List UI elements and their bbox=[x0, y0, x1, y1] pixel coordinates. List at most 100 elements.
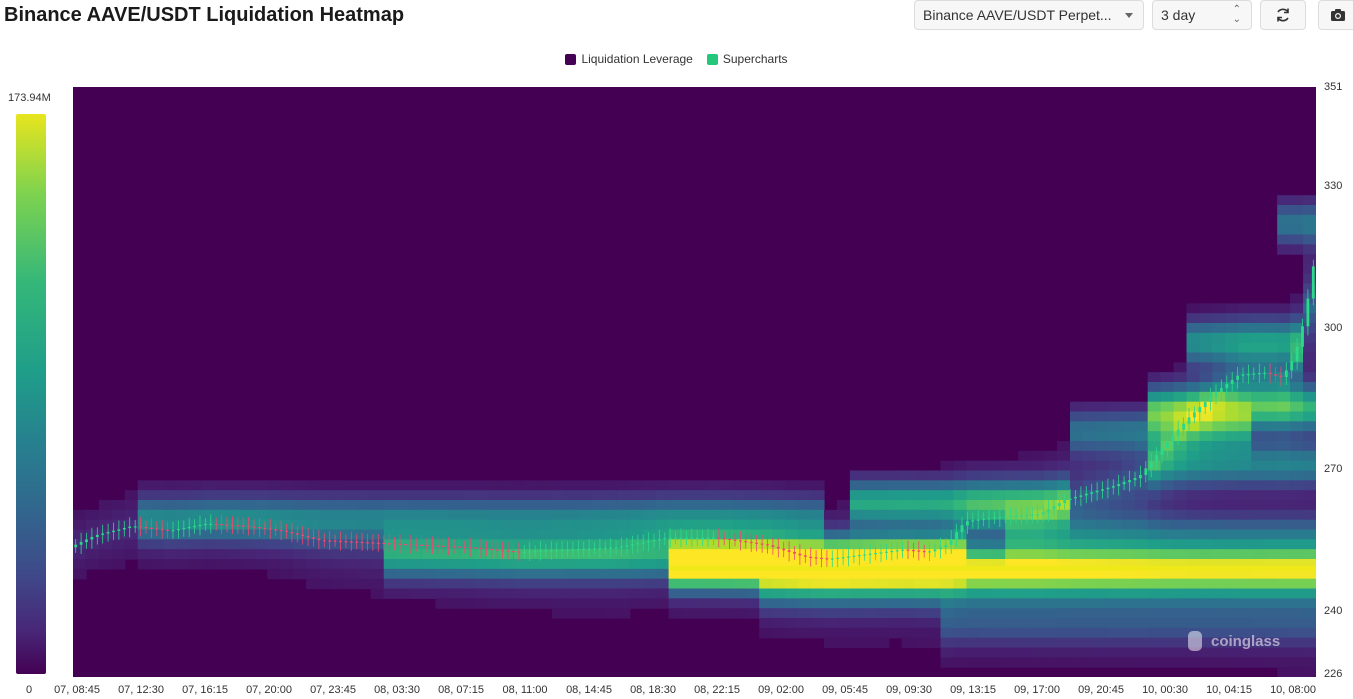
heatmap-cell bbox=[1108, 549, 1123, 560]
heatmap-cell bbox=[798, 500, 812, 511]
heatmap-cell bbox=[590, 598, 605, 609]
heatmap-cell bbox=[1160, 539, 1175, 550]
heatmap-cell bbox=[396, 480, 411, 491]
heatmap-cell bbox=[1018, 470, 1032, 481]
heatmap-cell bbox=[1108, 421, 1123, 432]
heatmap-cell bbox=[1264, 431, 1278, 442]
heatmap-cell bbox=[280, 549, 294, 560]
heatmap-cell bbox=[1303, 362, 1316, 373]
heatmap-cell bbox=[992, 618, 1006, 629]
liquidation-heatmap[interactable] bbox=[73, 87, 1316, 677]
heatmap-cell bbox=[513, 529, 527, 540]
candle-body bbox=[895, 550, 899, 552]
heatmap-cell bbox=[1251, 342, 1265, 354]
heatmap-cell bbox=[694, 588, 709, 599]
heatmap-cell bbox=[759, 608, 773, 619]
candle-body bbox=[1101, 489, 1104, 491]
heatmap-cell bbox=[124, 519, 139, 531]
heatmap-cell bbox=[344, 490, 359, 501]
candle-body bbox=[1203, 402, 1207, 408]
candle-body bbox=[425, 545, 429, 547]
y-tick-label: 330 bbox=[1324, 180, 1343, 193]
heatmap-cell bbox=[1238, 529, 1252, 540]
heatmap-cell bbox=[396, 568, 411, 580]
heatmap-cell bbox=[759, 598, 773, 609]
heatmap-cell bbox=[1186, 431, 1201, 442]
heatmap-cell bbox=[590, 578, 605, 590]
heatmap-cell bbox=[798, 598, 812, 609]
candle-body bbox=[917, 550, 921, 552]
heatmap-cell bbox=[862, 529, 877, 540]
heatmap-cell bbox=[1018, 500, 1032, 511]
heatmap-cell bbox=[642, 568, 657, 580]
heatmap-cell bbox=[1225, 441, 1239, 452]
heatmap-cell bbox=[215, 480, 229, 491]
heatmap-cell bbox=[629, 529, 644, 540]
heatmap-cell bbox=[1251, 608, 1265, 619]
heatmap-cell bbox=[901, 500, 916, 511]
heatmap-cell bbox=[1082, 470, 1097, 481]
heatmap-cell bbox=[966, 598, 980, 609]
heatmap-cell bbox=[1057, 608, 1071, 619]
heatmap-cell bbox=[1108, 460, 1123, 472]
heatmap-cell bbox=[1186, 549, 1201, 560]
heatmap-cell bbox=[966, 529, 980, 540]
legend-item-supercharts[interactable]: Supercharts bbox=[706, 52, 788, 66]
x-tick-label: 09, 13:15 bbox=[950, 684, 996, 696]
heatmap-cell bbox=[603, 519, 618, 531]
heatmap-cell bbox=[565, 519, 579, 531]
heatmap-cell bbox=[1121, 421, 1136, 432]
range-select[interactable]: 3 day ⌃ ⌄ bbox=[1152, 0, 1252, 30]
x-tick-label: 07, 20:00 bbox=[246, 684, 292, 696]
heatmap-cell bbox=[849, 598, 864, 609]
heatmap-cell bbox=[150, 539, 165, 550]
heatmap-cell bbox=[603, 480, 618, 491]
heatmap-cell bbox=[914, 509, 929, 521]
heatmap-cell bbox=[1212, 608, 1226, 619]
heatmap-cell bbox=[1121, 401, 1136, 413]
candle-body bbox=[490, 548, 494, 551]
heatmap-cell bbox=[383, 480, 398, 491]
legend-item-liquidation-leverage[interactable]: Liquidation Leverage bbox=[565, 52, 693, 66]
heatmap-cell bbox=[1199, 539, 1214, 550]
heatmap-cell bbox=[526, 568, 540, 580]
refresh-button[interactable] bbox=[1260, 0, 1306, 30]
camera-button[interactable] bbox=[1318, 0, 1353, 30]
candle-body bbox=[393, 543, 396, 545]
heatmap-cell bbox=[1108, 509, 1123, 521]
pair-select[interactable]: Binance AAVE/USDT Perpet... bbox=[914, 0, 1144, 30]
heatmap-cell bbox=[1212, 362, 1226, 373]
heatmap-cell bbox=[823, 598, 838, 609]
heatmap-cell bbox=[1147, 382, 1162, 393]
candle-body bbox=[1220, 388, 1223, 393]
candle-body bbox=[522, 551, 526, 553]
heatmap-cell bbox=[616, 588, 631, 599]
candle-body bbox=[793, 552, 796, 554]
heatmap-cell bbox=[746, 480, 760, 491]
heatmap-cell bbox=[1199, 598, 1214, 609]
heatmap-cell bbox=[940, 608, 955, 619]
heatmap-cell bbox=[733, 608, 747, 619]
heatmap-cell bbox=[1082, 647, 1097, 658]
heatmap-cell bbox=[1290, 519, 1304, 531]
heatmap-cell bbox=[1134, 647, 1149, 658]
heatmap-cell bbox=[1251, 549, 1265, 560]
heatmap-cell bbox=[383, 500, 398, 511]
heatmap-cell bbox=[862, 539, 877, 550]
x-tick-label: 10, 08:00 bbox=[1270, 684, 1316, 696]
heatmap-cell bbox=[940, 578, 955, 590]
heatmap-cell bbox=[1264, 313, 1278, 324]
heatmap-cell bbox=[616, 509, 631, 521]
heatmap-cell bbox=[1251, 460, 1265, 472]
heatmap-cell bbox=[1303, 470, 1316, 481]
heatmap-cell bbox=[785, 578, 799, 590]
heatmap-cell bbox=[733, 549, 747, 560]
heatmap-cell bbox=[1173, 657, 1188, 668]
candle-body bbox=[944, 545, 948, 548]
heatmap-cell bbox=[888, 627, 903, 639]
heatmap-cell bbox=[1147, 450, 1162, 462]
heatmap-cell bbox=[1057, 618, 1071, 629]
heatmap-cell bbox=[189, 559, 204, 570]
heatmap-cell bbox=[1121, 460, 1136, 472]
heatmap-cell bbox=[681, 578, 696, 590]
